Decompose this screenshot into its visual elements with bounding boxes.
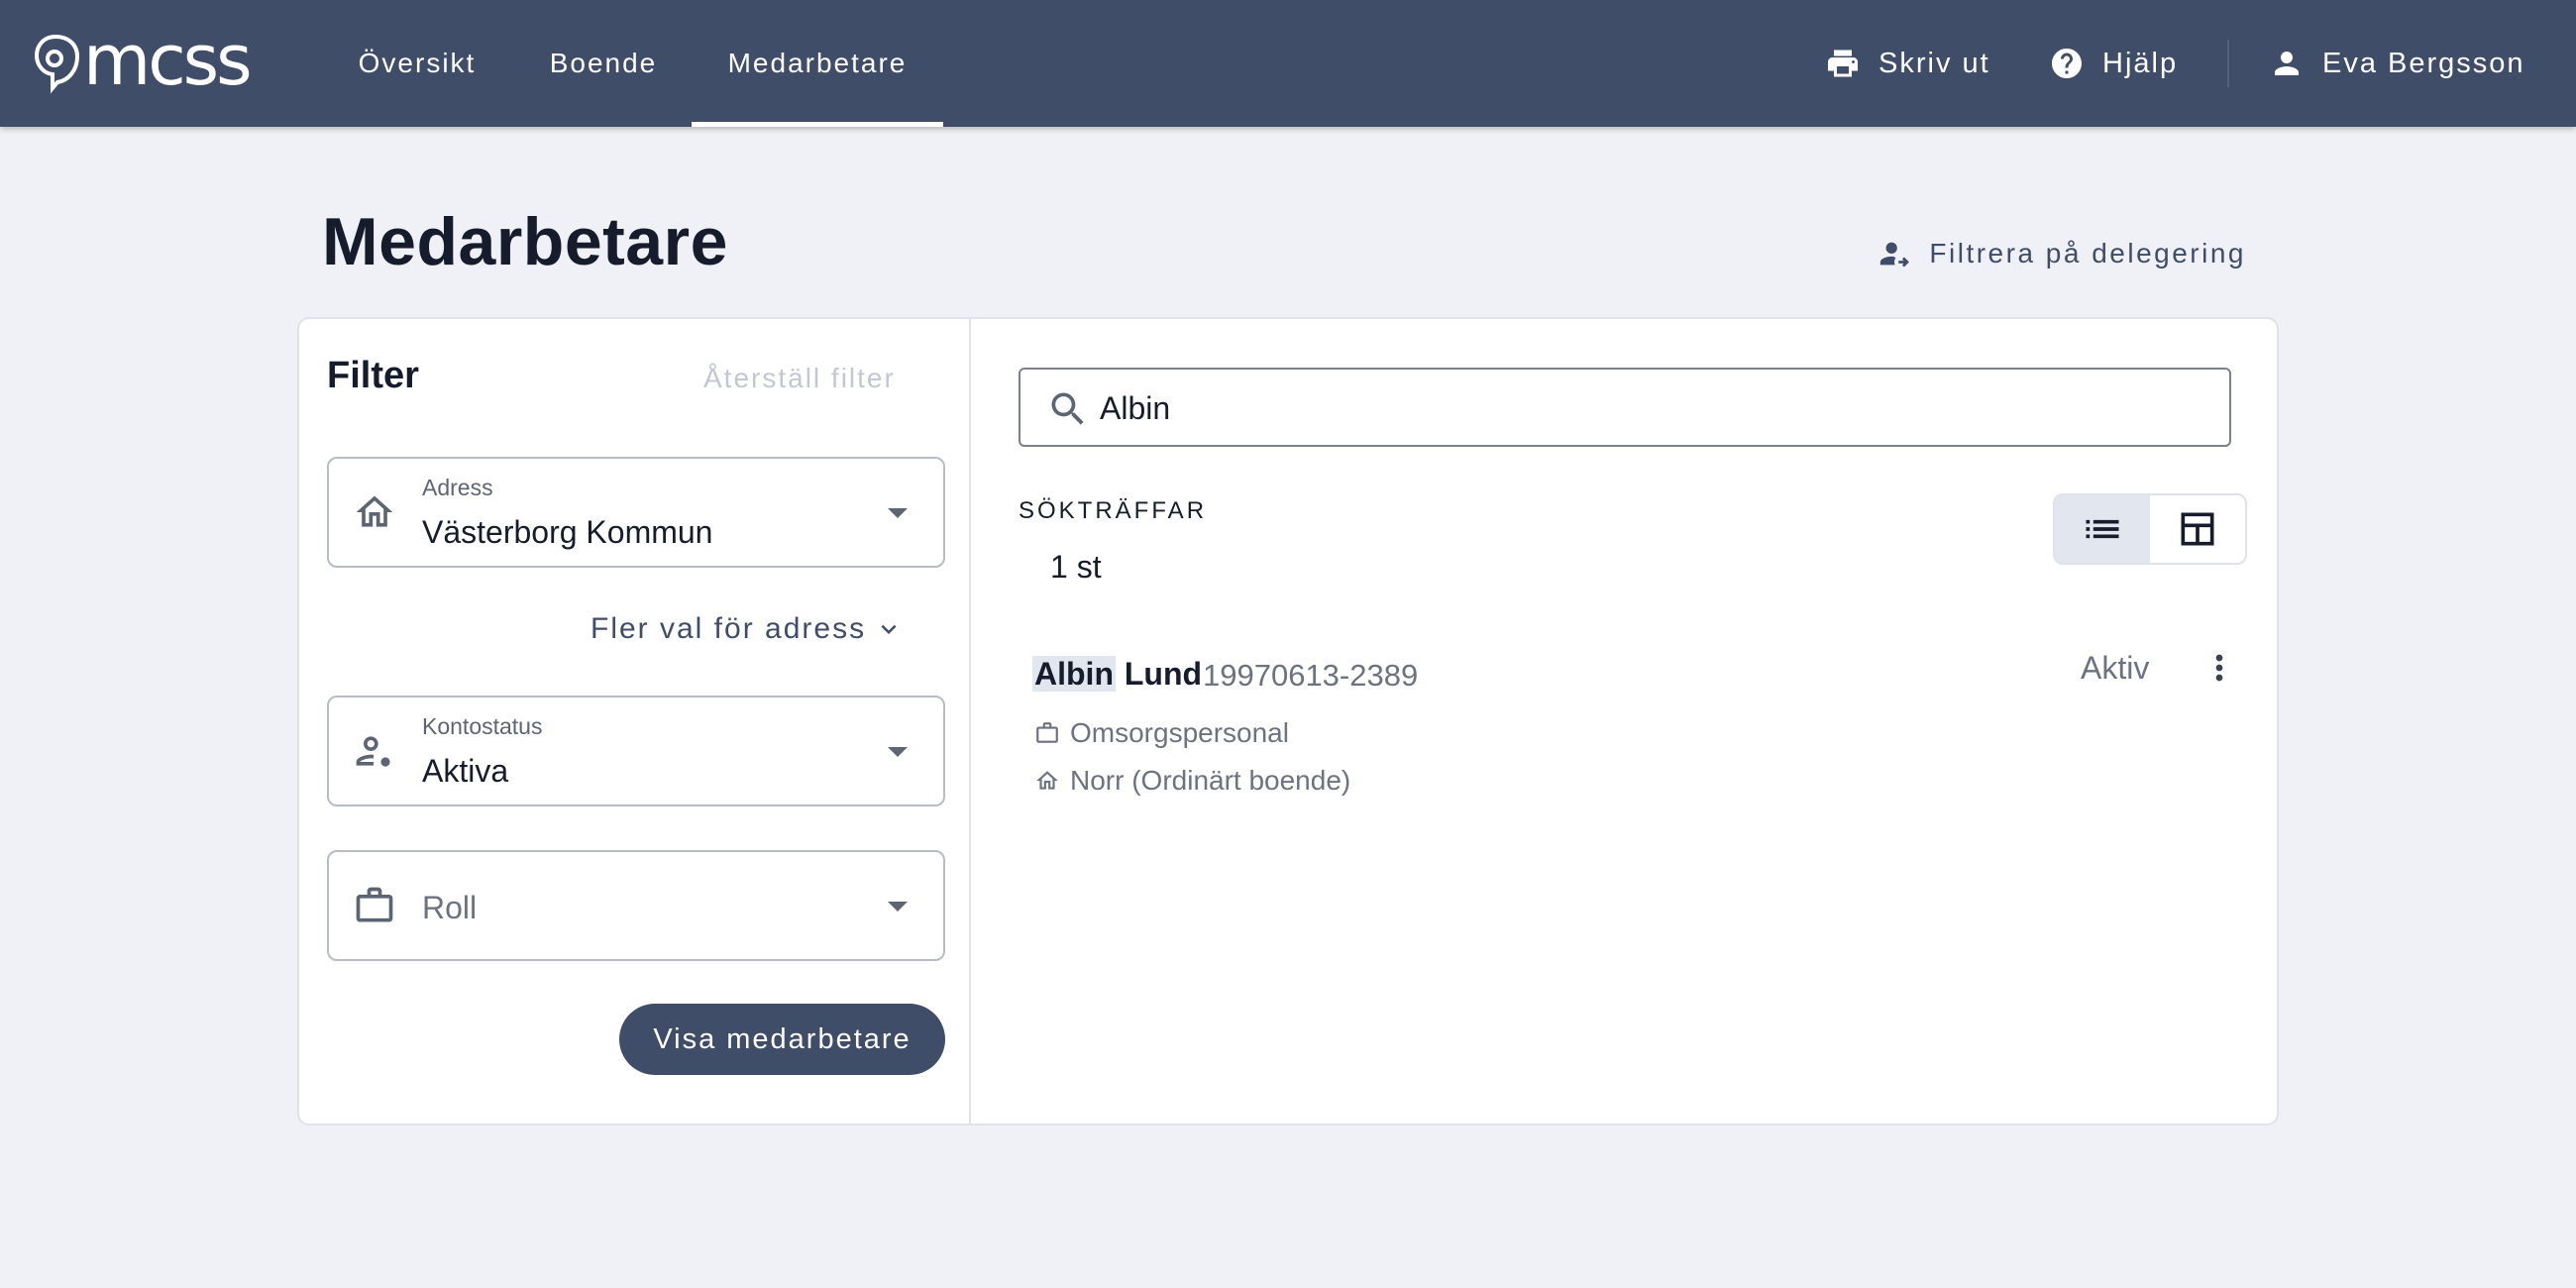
search-hits-label: SÖKTRÄFFAR (1019, 497, 1208, 524)
filter-title: Filter (327, 355, 419, 396)
print-label: Skriv ut (1878, 47, 1990, 79)
result-name[interactable]: Albin Lund (1032, 656, 1202, 693)
logo-text: mcss (83, 20, 253, 101)
top-bar-divider (2227, 40, 2229, 87)
more-options-button[interactable] (2200, 648, 2239, 688)
result-person-id: 19970613-2389 (1203, 658, 1419, 693)
filter-delegation-label: Filtrera på delegering (1929, 238, 2246, 268)
more-address-options-button[interactable]: Fler val för adress (590, 612, 904, 646)
role-select[interactable]: Roll (327, 850, 945, 961)
search-field[interactable] (1019, 368, 2231, 447)
list-icon (2086, 519, 2119, 539)
print-button[interactable]: Skriv ut (1825, 0, 1990, 127)
home-icon (1036, 771, 1058, 790)
show-employees-button[interactable]: Visa medarbetare (619, 1004, 945, 1075)
result-role-text: Omsorgspersonal (1070, 717, 1289, 748)
filter-delegation-button[interactable]: Filtrera på delegering (1878, 234, 2246, 273)
more-vert-icon (2215, 654, 2223, 682)
logo-mark-icon (34, 34, 80, 94)
search-hits-count: 1 st (1050, 549, 1102, 585)
nav-item-oversikt[interactable]: Översikt (353, 0, 482, 127)
mcss-logo[interactable]: mcss (34, 26, 253, 97)
account-status-label: Kontostatus (422, 713, 543, 739)
table-icon (2181, 512, 2214, 546)
search-icon (1051, 392, 1084, 425)
help-icon (2052, 49, 2082, 78)
user-menu-button[interactable]: Eva Bergsson (2269, 0, 2525, 127)
main-panel: Filter Återställ filter Adress Västerbor… (297, 317, 2279, 1126)
chevron-down-icon (881, 624, 897, 634)
caret-down-icon (888, 902, 908, 912)
result-last-name: Lund (1124, 656, 1203, 692)
page-title: Medarbetare (322, 204, 728, 279)
user-name: Eva Bergsson (2322, 47, 2525, 79)
result-residence: Norr (Ordinärt boende) (1034, 765, 1350, 797)
result-role: Omsorgspersonal (1034, 717, 1289, 749)
caret-down-icon (888, 508, 908, 518)
person-status-icon (353, 729, 396, 773)
address-label: Adress (422, 475, 493, 500)
panel-divider (969, 319, 971, 1124)
view-mode-toggle (2053, 493, 2247, 565)
person-delegation-icon (1880, 242, 1910, 268)
user-icon (2275, 52, 2299, 75)
more-address-label: Fler val för adress (590, 612, 867, 645)
briefcase-icon (1036, 722, 1058, 743)
top-bar: mcss Översikt Boende Medarbetare Skriv u… (0, 0, 2576, 127)
caret-down-icon (888, 747, 908, 757)
help-button[interactable]: Hjälp (2049, 0, 2178, 127)
reset-filter-button[interactable]: Återställ filter (703, 363, 896, 394)
result-first-name: Albin (1032, 656, 1116, 692)
address-value: Västerborg Kommun (422, 514, 713, 550)
home-icon (353, 490, 396, 534)
nav-item-boende[interactable]: Boende (543, 0, 664, 127)
help-label: Hjälp (2102, 47, 2179, 79)
account-status-value: Aktiva (422, 753, 509, 789)
result-residence-text: Norr (Ordinärt boende) (1070, 765, 1351, 796)
table-view-button[interactable] (2150, 495, 2245, 563)
printer-icon (1828, 50, 1858, 77)
search-input[interactable] (1100, 383, 2190, 433)
result-status: Aktiv (2081, 650, 2150, 686)
briefcase-icon (353, 884, 396, 927)
role-placeholder: Roll (422, 890, 478, 925)
address-select[interactable]: Adress Västerborg Kommun (327, 457, 945, 568)
list-view-button[interactable] (2055, 495, 2150, 563)
nav-item-medarbetare[interactable]: Medarbetare (692, 0, 943, 127)
account-status-select[interactable]: Kontostatus Aktiva (327, 696, 945, 806)
